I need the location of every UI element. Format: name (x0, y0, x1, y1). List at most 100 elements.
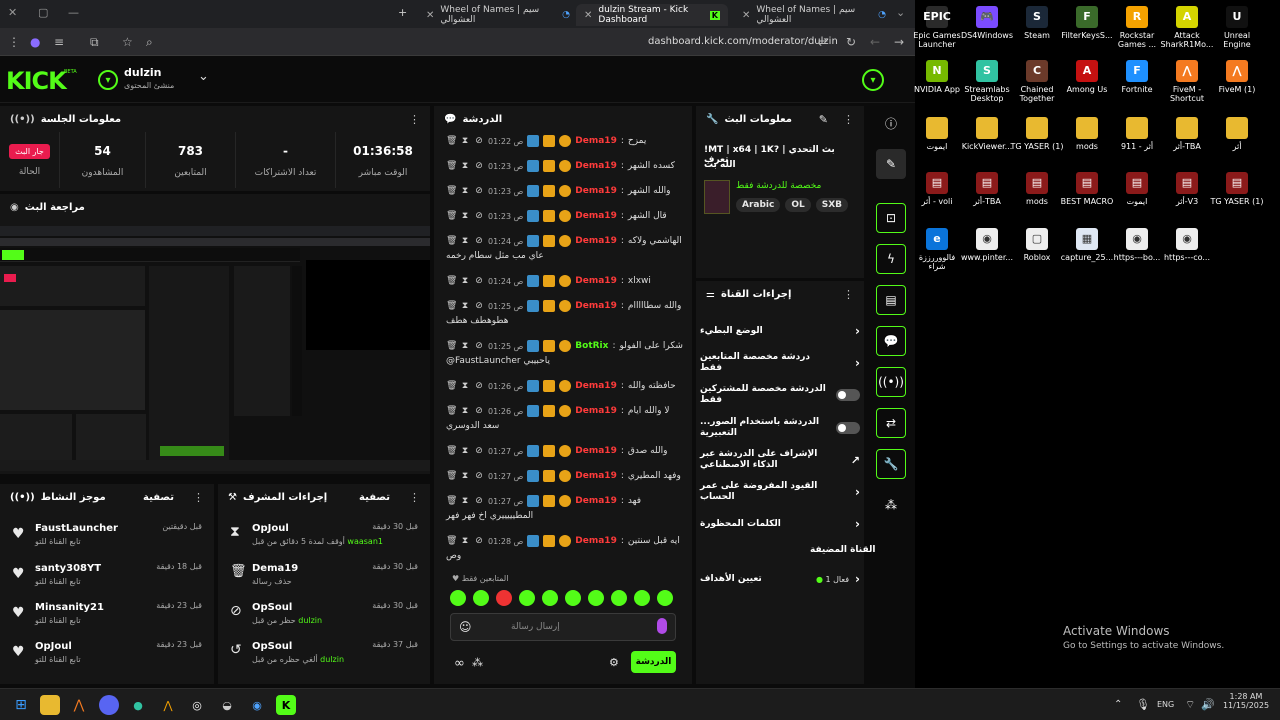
timeout-icon[interactable]: ⧗ (460, 471, 470, 481)
delete-message-icon[interactable]: 🗑 (446, 186, 457, 196)
tray-overflow-icon[interactable]: ⌃ (1114, 699, 1122, 710)
message-username[interactable]: Dema19 (575, 471, 617, 481)
extensions-icon[interactable]: ⧉ (90, 35, 99, 50)
send-chat-button[interactable]: الدردشة (631, 651, 676, 673)
delete-message-icon[interactable]: 🗑 (446, 536, 457, 546)
tools-button[interactable]: 🔧 (876, 449, 906, 479)
desktop-shortcut[interactable]: EPIC Epic Games Launcher (910, 6, 964, 49)
timeout-icon[interactable]: ⧗ (460, 536, 470, 546)
emote-icon[interactable] (611, 590, 627, 606)
kick-logo[interactable]: KICK (6, 67, 67, 95)
desktop-shortcut[interactable]: ◉ https---co... (1160, 228, 1214, 262)
delete-message-icon[interactable]: 🗑 (446, 136, 457, 146)
desktop-shortcut[interactable]: ◉ https---bo... (1110, 228, 1164, 262)
broadcast-button[interactable]: ((•)) (876, 367, 906, 397)
delete-message-icon[interactable]: 🗑 (446, 341, 457, 351)
stream-category[interactable]: مخصصة للدردشة فقط (736, 181, 821, 191)
emote-icon[interactable] (450, 590, 466, 606)
kick-app-icon[interactable]: K (276, 695, 296, 715)
desktop-shortcut[interactable]: C Chained Together (1010, 60, 1064, 103)
desktop-shortcut[interactable]: A Among Us (1060, 60, 1114, 94)
close-tab-icon[interactable]: ✕ (426, 10, 434, 21)
raid-button[interactable]: ⇄ (876, 408, 906, 438)
delete-message-icon[interactable]: 🗑 (446, 161, 457, 171)
toggle-switch[interactable] (836, 389, 860, 401)
tab-wheel-of-names-2[interactable]: ✕ Wheel of Names | سيم العشوالي ◔ (734, 4, 894, 26)
obs-icon[interactable]: ◎ (187, 695, 207, 715)
desktop-shortcut[interactable]: أثر-TBA (1160, 117, 1214, 151)
more-options-icon[interactable]: ⋮ (409, 491, 420, 504)
delete-message-icon[interactable]: 🗑 (446, 381, 457, 391)
channel-action-row[interactable]: الإشراف على الدردشة عبر الذكاء الاصطناعي… (700, 449, 860, 470)
desktop-shortcut[interactable]: R Rockstar Games ... (1110, 6, 1164, 49)
tag-chip[interactable]: Arabic (736, 198, 781, 212)
chat-input[interactable]: ☺ إرسال رسالة (450, 613, 676, 641)
message-username[interactable]: Dema19 (575, 406, 617, 416)
message-username[interactable]: Dema19 (575, 446, 617, 456)
delete-message-icon[interactable]: 🗑 (446, 236, 457, 246)
message-username[interactable]: Dema19 (575, 536, 617, 546)
timeout-icon[interactable]: ⧗ (460, 186, 470, 196)
desktop-shortcut[interactable]: F FilterKeysS... (1060, 6, 1114, 40)
emote-icon[interactable] (588, 590, 604, 606)
desktop-shortcut[interactable]: أثر (1210, 117, 1264, 151)
timeout-icon[interactable]: ⧗ (460, 301, 470, 311)
more-options-icon[interactable]: ⋮ (843, 288, 854, 301)
ban-icon[interactable]: ⊘ (474, 276, 484, 286)
ban-icon[interactable]: ⊘ (474, 186, 484, 196)
ban-icon[interactable]: ⊘ (474, 406, 484, 416)
infinity-icon[interactable]: ∞ (454, 656, 465, 671)
desktop-shortcut[interactable]: ▤ TG YASER (1) (1210, 172, 1264, 206)
desktop-shortcut[interactable]: ⋀ FiveM (1) (1210, 60, 1264, 94)
users-icon[interactable]: ⁂ (472, 656, 483, 669)
more-options-icon[interactable]: ⋮ (409, 113, 420, 126)
channel-action-row[interactable]: الوضع البطيء › (700, 321, 860, 341)
desktop-shortcut[interactable]: S Steam (1010, 6, 1064, 40)
timeout-icon[interactable]: ⧗ (460, 406, 470, 416)
mod-actor[interactable]: dulzin (320, 655, 344, 664)
desktop-shortcut[interactable]: 🎮 DS4Windows (960, 6, 1014, 40)
tag-chip[interactable]: SXB (815, 198, 849, 212)
desktop-shortcut[interactable]: ▦ capture_25... (1060, 228, 1114, 262)
mod-target-user[interactable]: OpJoul (252, 523, 383, 534)
desktop-shortcut[interactable]: ◉ www.pinter... (960, 228, 1014, 262)
ban-icon[interactable]: ⊘ (474, 236, 484, 246)
tab-kick-dashboard[interactable]: ✕ dulzin Stream - Kick Dashboard K (576, 4, 728, 26)
notes-button[interactable]: ▤ (876, 285, 906, 315)
mod-filter-button[interactable]: تصفية (359, 492, 390, 503)
desktop-shortcut[interactable]: mods (1060, 117, 1114, 151)
info-button[interactable]: ⓘ (876, 108, 906, 138)
desktop-shortcut[interactable]: A Attack SharkR1Mo... (1160, 6, 1214, 49)
emote-icon[interactable] (565, 590, 581, 606)
message-username[interactable]: Dema19 (575, 136, 617, 146)
ban-icon[interactable]: ⊘ (474, 341, 484, 351)
stream-preview-video[interactable] (0, 226, 430, 471)
desktop-shortcut[interactable]: ▤ أثر - voli (910, 172, 964, 206)
ban-icon[interactable]: ⊘ (474, 301, 484, 311)
message-username[interactable]: Dema19 (575, 381, 617, 391)
desktop-shortcut[interactable]: F Fortnite (1110, 60, 1164, 94)
desktop-shortcut[interactable]: ايموت (910, 117, 964, 151)
activity-user[interactable]: Minsanity21 (35, 602, 104, 613)
minimize-window-icon[interactable]: — (68, 6, 79, 19)
desktop-shortcut[interactable]: ▤ mods (1010, 172, 1064, 206)
mod-actor[interactable]: waasan1 (347, 537, 383, 546)
activity-filter-button[interactable]: تصفية (143, 492, 174, 503)
channel-dropdown-icon[interactable]: ⌄ (198, 69, 209, 84)
delete-message-icon[interactable]: 🗑 (446, 406, 457, 416)
streamlabs-icon[interactable]: ● (128, 695, 148, 715)
clock[interactable]: 1:28 AM 11/15/2025 (1220, 692, 1272, 710)
extension-icon[interactable]: ● (30, 35, 40, 49)
user-avatar[interactable]: ▾ (862, 69, 884, 91)
ban-icon[interactable]: ⊘ (474, 471, 484, 481)
desktop-shortcut[interactable]: U Unreal Engine (1210, 6, 1264, 49)
desktop-shortcut[interactable]: N NVIDIA App (910, 60, 964, 94)
activity-user[interactable]: FaustLauncher (35, 523, 118, 534)
activity-user[interactable]: santy308YT (35, 563, 101, 574)
reload-icon[interactable]: ↻ (846, 35, 856, 49)
tab-search-icon[interactable]: ⌄ (896, 6, 905, 19)
microphone-icon[interactable]: 🎙 (1136, 698, 1150, 711)
timeout-icon[interactable]: ⧗ (460, 496, 470, 506)
emote-icon[interactable] (542, 590, 558, 606)
playlist-icon[interactable]: ≡ (54, 35, 64, 49)
